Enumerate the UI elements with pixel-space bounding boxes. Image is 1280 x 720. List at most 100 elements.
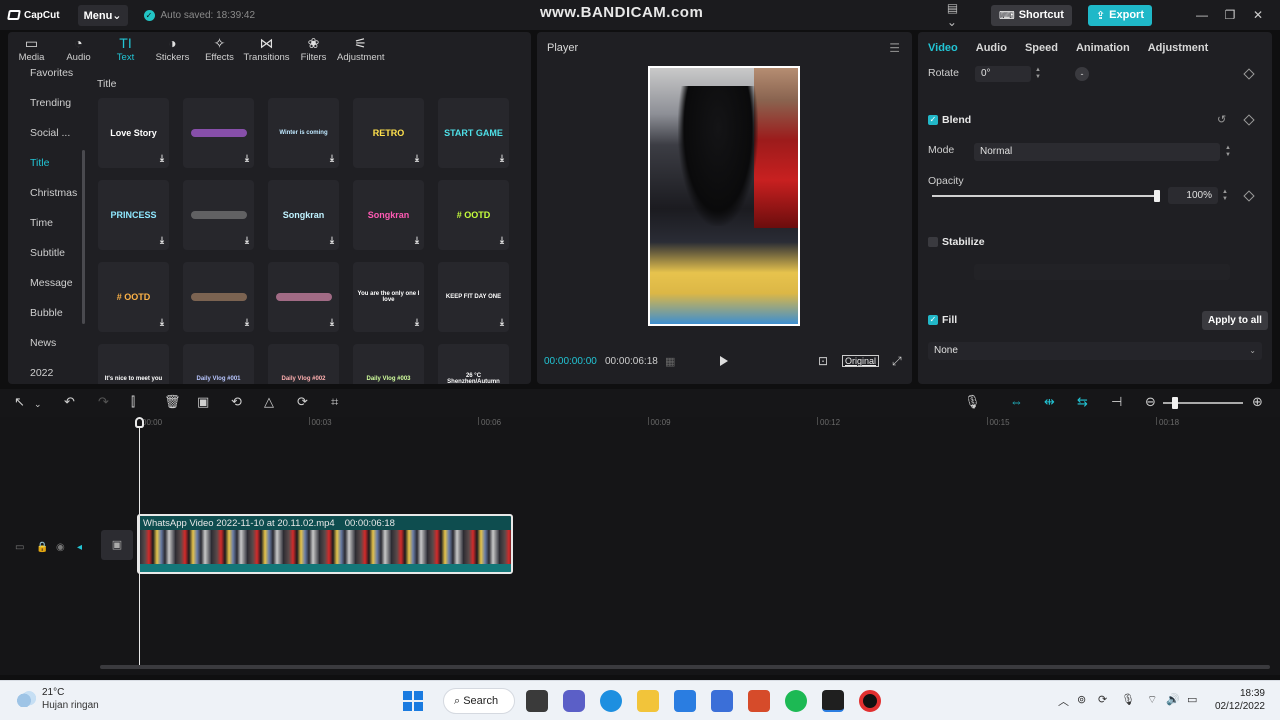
text-template-tile[interactable]: 26 °C Shenzhen/Autumn xyxy=(438,344,509,384)
text-template-tile[interactable]: Daily Vlog #002 xyxy=(268,344,339,384)
wifi-icon[interactable]: ⌔ xyxy=(1147,693,1157,707)
weather-widget[interactable]: 21°C Hujan ringan xyxy=(16,687,99,711)
text-template-tile[interactable]: RETRO ⤓ xyxy=(353,98,424,168)
snapshot-icon[interactable]: ⊡ xyxy=(818,354,828,368)
download-icon[interactable]: ⤓ xyxy=(245,317,249,328)
windows-start-icon[interactable] xyxy=(403,691,423,711)
mode-select[interactable]: Normal xyxy=(974,143,1220,161)
text-template-tile[interactable]: Daily Vlog #003 xyxy=(353,344,424,384)
download-icon[interactable]: ⤓ xyxy=(415,153,419,164)
export-button[interactable]: ⇪ Export xyxy=(1087,4,1152,26)
tab-media[interactable]: ▭ Media xyxy=(8,32,55,66)
layout-icon[interactable]: ▤ ⌄ xyxy=(947,1,969,29)
opacity-input[interactable]: 100% xyxy=(1168,187,1218,204)
cover-icon[interactable]: ▭ xyxy=(15,542,24,553)
blend-checkbox[interactable]: ✓ xyxy=(928,115,938,125)
text-template-tile[interactable]: START GAME ⤓ xyxy=(438,98,509,168)
text-template-tile[interactable]: Love Story ⤓ xyxy=(98,98,169,168)
opacity-slider-handle[interactable] xyxy=(1154,190,1160,202)
tab-transitions[interactable]: ⋈ Transitions xyxy=(243,32,290,66)
playhead-handle[interactable] xyxy=(135,417,144,428)
zoom-in-icon[interactable]: ⊕ xyxy=(1252,395,1263,409)
category-subtitle[interactable]: Subtitle xyxy=(8,246,88,276)
download-icon[interactable]: ⤓ xyxy=(500,153,504,164)
stabilize-checkbox[interactable] xyxy=(928,237,938,247)
text-template-tile[interactable]: ⤓ xyxy=(183,180,254,250)
props-tab-adjustment[interactable]: Adjustment xyxy=(1148,42,1209,54)
rotate-stepper[interactable]: ▲ ▼ xyxy=(1033,67,1043,81)
time-ruler[interactable]: 00:00 00:03 00:06 00:09 00:12 00:15 00:18 xyxy=(0,417,1280,431)
timeline-scrollbar[interactable] xyxy=(100,665,1270,669)
download-icon[interactable]: ⤓ xyxy=(330,317,334,328)
battery-icon[interactable]: ▭ xyxy=(1187,693,1197,706)
split-icon[interactable]: ⫿ xyxy=(131,395,135,409)
chevron-up-icon[interactable]: ︿ xyxy=(1058,693,1069,709)
zoom-out-icon[interactable]: ⊖ xyxy=(1145,395,1156,409)
rotate-input[interactable]: 0° xyxy=(975,66,1031,82)
shortcut-button[interactable]: ⌨ Shortcut xyxy=(990,4,1072,26)
tab-filters[interactable]: ❀ Filters xyxy=(290,32,337,66)
download-icon[interactable]: ⤓ xyxy=(245,153,249,164)
store-icon[interactable] xyxy=(711,690,733,712)
grid-icon[interactable]: ▦ xyxy=(665,355,675,368)
sync-tray-icon[interactable]: ⟳ xyxy=(1098,693,1107,706)
category-bubble[interactable]: Bubble xyxy=(8,306,88,336)
select-cursor-icon[interactable]: ↖ xyxy=(14,395,25,409)
text-template-tile[interactable]: It's nice to meet you xyxy=(98,344,169,384)
spotify-icon[interactable] xyxy=(785,690,807,712)
download-icon[interactable]: ⤓ xyxy=(330,235,334,246)
video-clip[interactable]: WhatsApp Video 2022-11-10 at 20.11.02.mp… xyxy=(137,514,513,574)
bandicam-icon[interactable] xyxy=(859,690,881,712)
freeze-icon[interactable]: ▣ xyxy=(197,395,209,409)
system-clock[interactable]: 18:39 02/12/2022 xyxy=(1209,687,1265,713)
opacity-slider[interactable] xyxy=(932,195,1158,197)
zoom-slider-handle[interactable] xyxy=(1172,397,1178,409)
fill-select[interactable]: None ⌄ xyxy=(928,342,1262,360)
props-tab-animation[interactable]: Animation xyxy=(1076,42,1130,54)
cover-thumbnail[interactable]: ▣ xyxy=(101,530,133,560)
text-template-tile[interactable]: # OOTD ⤓ xyxy=(438,180,509,250)
lock-icon[interactable]: 🔒 xyxy=(36,542,48,553)
tab-stickers[interactable]: ◑ Stickers xyxy=(149,32,196,66)
reset-icon[interactable]: ↺ xyxy=(1217,113,1226,126)
category-title[interactable]: Title xyxy=(8,156,88,186)
category-news[interactable]: News xyxy=(8,336,88,366)
office-icon[interactable] xyxy=(748,690,770,712)
edge-browser-icon[interactable] xyxy=(600,690,622,712)
download-icon[interactable]: ⤓ xyxy=(245,235,249,246)
rotate-keyframe-icon[interactable] xyxy=(1243,68,1255,80)
text-template-tile[interactable]: Songkran ⤓ xyxy=(353,180,424,250)
props-tab-audio[interactable]: Audio xyxy=(976,42,1007,54)
text-template-tile[interactable]: KEEP FIT DAY ONE ⤓ xyxy=(438,262,509,332)
mic-tray-icon[interactable]: 🎙 xyxy=(1121,693,1135,706)
text-template-tile[interactable]: ⤓ xyxy=(183,262,254,332)
eye-icon[interactable]: ◉ xyxy=(56,542,65,553)
rotate-icon[interactable]: ⟳ xyxy=(297,395,308,409)
tab-text[interactable]: TI Text xyxy=(102,32,149,66)
menu-button[interactable]: Menu⌄ xyxy=(77,4,128,26)
preview-axis-icon[interactable]: ⊣ xyxy=(1111,395,1122,409)
mirror-icon[interactable]: △ xyxy=(264,395,274,409)
download-icon[interactable]: ⤓ xyxy=(500,317,504,328)
close-icon[interactable]: ✕ xyxy=(1244,8,1272,22)
text-template-tile[interactable]: Winter is coming ⤓ xyxy=(268,98,339,168)
text-template-tile[interactable]: PRINCESS ⤓ xyxy=(98,180,169,250)
category-time[interactable]: Time xyxy=(8,216,88,246)
taskbar-search[interactable]: ⌕ Search xyxy=(443,688,515,714)
undo-icon[interactable]: ↶ xyxy=(64,395,75,409)
tab-effects[interactable]: ✧ Effects xyxy=(196,32,243,66)
auto-snapping-icon[interactable]: ⇹ xyxy=(1044,395,1055,409)
reverse-icon[interactable]: ⟲ xyxy=(231,395,242,409)
hamburger-menu-icon[interactable]: ☰ xyxy=(889,41,900,55)
props-tab-video[interactable]: Video xyxy=(928,42,958,54)
download-icon[interactable]: ⤓ xyxy=(160,235,164,246)
text-template-tile[interactable]: ⤓ xyxy=(183,98,254,168)
volume-icon[interactable]: 🔊 xyxy=(1166,693,1180,706)
download-icon[interactable]: ⤓ xyxy=(160,153,164,164)
fullscreen-icon[interactable]: ⤢ xyxy=(892,354,902,369)
main-track-magnet-icon[interactable]: ⇔ xyxy=(1010,395,1023,409)
category-social[interactable]: Social ... xyxy=(8,126,88,156)
ratio-button[interactable]: Original xyxy=(842,355,880,367)
opacity-keyframe-icon[interactable] xyxy=(1243,190,1255,202)
playhead[interactable] xyxy=(139,423,140,669)
